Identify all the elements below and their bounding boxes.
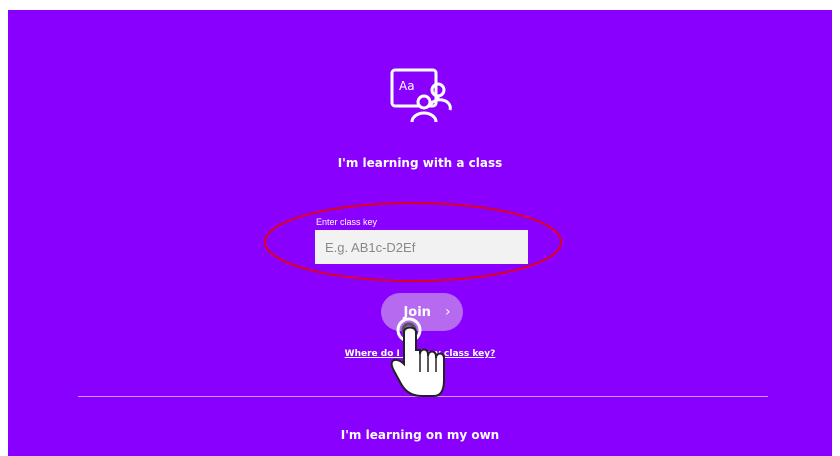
- own-learning-heading[interactable]: I'm learning on my own: [8, 428, 832, 442]
- hand-pointer-icon: [390, 317, 445, 397]
- class-join-panel: Aa I'm learning with a class Enter class…: [8, 10, 832, 456]
- class-learning-heading: I'm learning with a class: [337, 156, 503, 170]
- classroom-icon: Aa: [390, 68, 452, 123]
- class-key-input[interactable]: [315, 230, 528, 264]
- svg-text:Aa: Aa: [399, 79, 415, 93]
- class-key-label: Enter class key: [316, 217, 378, 227]
